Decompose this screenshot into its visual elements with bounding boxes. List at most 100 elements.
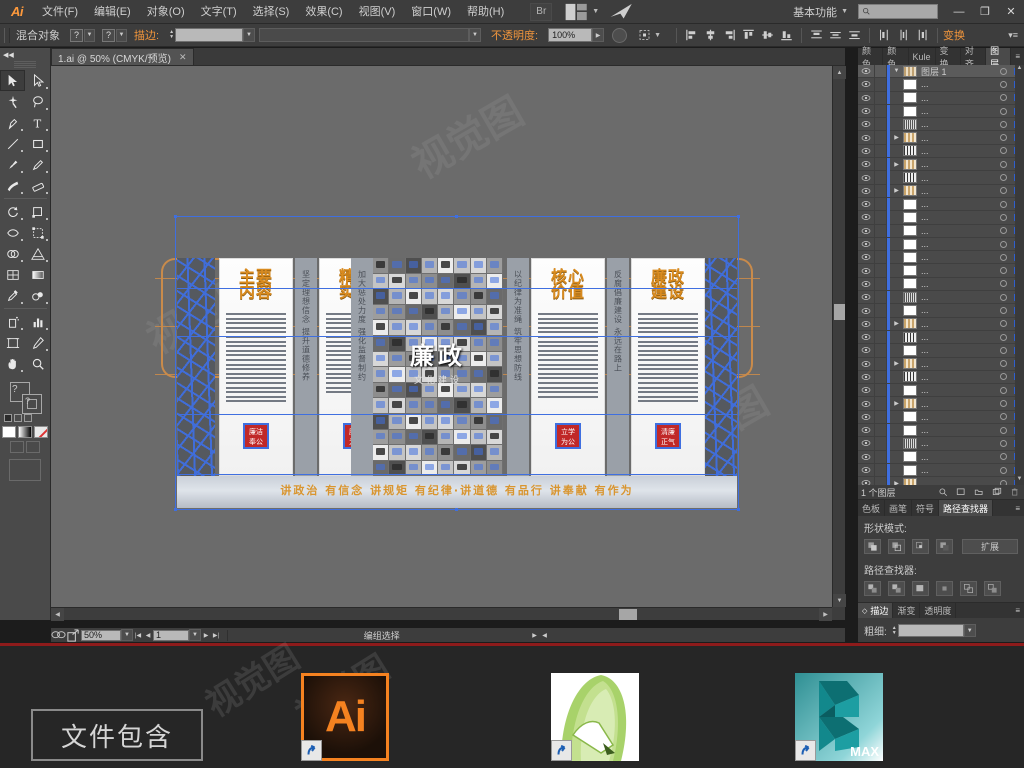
minus-front-icon[interactable] bbox=[888, 539, 905, 554]
selection-anchor-tc[interactable] bbox=[455, 215, 458, 218]
layer-lock-toggle[interactable] bbox=[874, 224, 887, 238]
content-panel-4[interactable]: 廉政 建设 清廉 正气 bbox=[631, 258, 705, 476]
layer-visibility-icon[interactable] bbox=[858, 304, 874, 317]
opacity-input[interactable]: 100% bbox=[548, 28, 593, 42]
layer-disclosure-triangle-icon[interactable] bbox=[890, 450, 903, 463]
layer-lock-toggle[interactable] bbox=[874, 357, 887, 371]
app-icon-3dsmax[interactable]: MAX bbox=[795, 673, 883, 761]
layer-target-icon[interactable] bbox=[997, 277, 1010, 290]
canvas-viewport[interactable]: 视觉图 视觉图 视觉图 主要 内容 bbox=[51, 66, 832, 607]
paintbrush-tool[interactable] bbox=[0, 154, 25, 175]
layer-target-icon[interactable] bbox=[997, 131, 1010, 144]
layer-row[interactable]: ... bbox=[858, 463, 1024, 478]
layer-target-icon[interactable] bbox=[997, 331, 1010, 344]
sublayer-name[interactable]: ... bbox=[917, 319, 997, 329]
layer-row[interactable]: ... bbox=[858, 450, 1024, 464]
layer-target-icon[interactable] bbox=[997, 410, 1010, 423]
type-tool[interactable]: T bbox=[25, 112, 50, 133]
layer-disclosure-triangle-icon[interactable]: ▶ bbox=[890, 131, 903, 144]
new-layer-icon[interactable] bbox=[988, 485, 1006, 499]
selection-anchor-tl[interactable] bbox=[174, 215, 177, 218]
layer-lock-toggle[interactable] bbox=[874, 250, 887, 264]
blob-brush-tool[interactable] bbox=[0, 175, 25, 196]
stroke-weight-stepper[interactable]: ▲ ▼ bbox=[169, 30, 174, 40]
align-left-icon[interactable] bbox=[683, 27, 700, 43]
layer-lock-toggle[interactable] bbox=[874, 476, 887, 485]
mesh-tool[interactable] bbox=[0, 264, 25, 285]
menu-object[interactable]: 对象(O) bbox=[139, 0, 193, 24]
layer-visibility-icon[interactable] bbox=[858, 464, 874, 477]
screen-mode-full-icon[interactable] bbox=[26, 441, 40, 453]
layer-disclosure-triangle-icon[interactable] bbox=[890, 370, 903, 383]
layer-visibility-icon[interactable] bbox=[858, 144, 874, 157]
layer-visibility-icon[interactable] bbox=[858, 105, 874, 118]
blend-tool[interactable] bbox=[25, 285, 50, 306]
layer-visibility-icon[interactable] bbox=[858, 450, 874, 463]
layer-disclosure-triangle-icon[interactable] bbox=[890, 410, 903, 423]
vertical-band-1[interactable]: 坚定理想信念 提升道德修养 bbox=[295, 258, 317, 476]
align-right-icon[interactable] bbox=[721, 27, 738, 43]
layer-lock-toggle[interactable] bbox=[874, 343, 887, 357]
sublayer-name[interactable]: ... bbox=[917, 399, 997, 409]
distribute-bottom-icon[interactable] bbox=[846, 27, 863, 43]
unite-icon[interactable] bbox=[864, 539, 881, 554]
menu-help[interactable]: 帮助(H) bbox=[459, 0, 512, 24]
scroll-up-icon[interactable]: ▲ bbox=[833, 66, 846, 79]
layer-lock-toggle[interactable] bbox=[874, 330, 887, 344]
scroll-right-icon[interactable]: ▶ bbox=[819, 608, 832, 621]
layer-visibility-icon[interactable] bbox=[858, 251, 874, 264]
minus-back-icon[interactable] bbox=[984, 581, 1001, 596]
sublayer-name[interactable]: ... bbox=[917, 199, 997, 209]
layer-disclosure-triangle-icon[interactable]: ▼ bbox=[890, 65, 903, 78]
menu-file[interactable]: 文件(F) bbox=[34, 0, 86, 24]
layer-row[interactable]: ▶... bbox=[858, 184, 1024, 198]
window-minimize-button[interactable]: — bbox=[946, 0, 972, 24]
layer-lock-toggle[interactable] bbox=[874, 197, 887, 211]
layer-row-root[interactable]: ▼ 图层 1 bbox=[858, 65, 1024, 79]
layer-row[interactable]: ... bbox=[858, 77, 1024, 92]
selection-anchor-br[interactable] bbox=[737, 508, 740, 511]
distribute-right-icon[interactable] bbox=[914, 27, 931, 43]
status-next-icon[interactable]: ▶ bbox=[530, 629, 540, 641]
menu-window[interactable]: 窗口(W) bbox=[403, 0, 459, 24]
layers-scrollbar[interactable]: ▲ ▼ bbox=[1015, 65, 1024, 485]
layer-disclosure-triangle-icon[interactable] bbox=[890, 344, 903, 357]
select-similar-icon[interactable] bbox=[636, 27, 653, 43]
layer-lock-toggle[interactable] bbox=[874, 410, 887, 424]
layer-row[interactable]: ▶... bbox=[858, 157, 1024, 172]
layer-target-icon[interactable] bbox=[997, 91, 1010, 104]
layer-row[interactable]: ... bbox=[858, 264, 1024, 278]
lattice-pillar-left[interactable] bbox=[177, 258, 215, 476]
stroke-weight-input[interactable] bbox=[175, 28, 244, 42]
swatch-white-icon[interactable] bbox=[2, 426, 16, 438]
layer-row[interactable]: ▶... bbox=[858, 476, 1024, 485]
layer-lock-toggle[interactable] bbox=[874, 370, 887, 384]
layer-lock-toggle[interactable] bbox=[874, 171, 887, 185]
recolor-artwork-button[interactable] bbox=[612, 27, 628, 43]
layer-visibility-icon[interactable] bbox=[858, 91, 874, 104]
scroll-down-icon[interactable]: ▼ bbox=[833, 594, 846, 607]
menu-view[interactable]: 视图(V) bbox=[351, 0, 404, 24]
distribute-left-icon[interactable] bbox=[876, 27, 893, 43]
pencil-tool[interactable] bbox=[25, 154, 50, 175]
layer-target-icon[interactable] bbox=[997, 118, 1010, 131]
layers-scroll-up-icon[interactable]: ▲ bbox=[1015, 65, 1024, 74]
layer-disclosure-triangle-icon[interactable] bbox=[890, 264, 903, 277]
free-transform-tool[interactable] bbox=[25, 222, 50, 243]
layer-row[interactable]: ... bbox=[858, 343, 1024, 358]
layer-target-icon[interactable] bbox=[997, 450, 1010, 463]
layer-visibility-icon[interactable] bbox=[858, 264, 874, 277]
layer-target-icon[interactable] bbox=[997, 317, 1010, 330]
layer-row[interactable]: ... bbox=[858, 224, 1024, 238]
expand-button[interactable]: 扩展 bbox=[962, 539, 1018, 554]
stroke-weight-panel-chevron-down-icon[interactable]: ▼ bbox=[963, 624, 976, 637]
status-prev-icon[interactable]: ◀ bbox=[540, 629, 550, 641]
prev-artboard-button[interactable]: ◀ bbox=[143, 629, 153, 641]
workspace-switcher[interactable]: 基本功能 bbox=[789, 4, 841, 20]
layer-lock-toggle[interactable] bbox=[874, 144, 887, 158]
layer-row[interactable]: ▶... bbox=[858, 397, 1024, 411]
layer-row[interactable]: ... bbox=[858, 410, 1024, 425]
layer-lock-toggle[interactable] bbox=[874, 290, 887, 304]
swatch-gradient-icon[interactable] bbox=[18, 426, 32, 438]
layer-visibility-icon[interactable] bbox=[858, 384, 874, 397]
